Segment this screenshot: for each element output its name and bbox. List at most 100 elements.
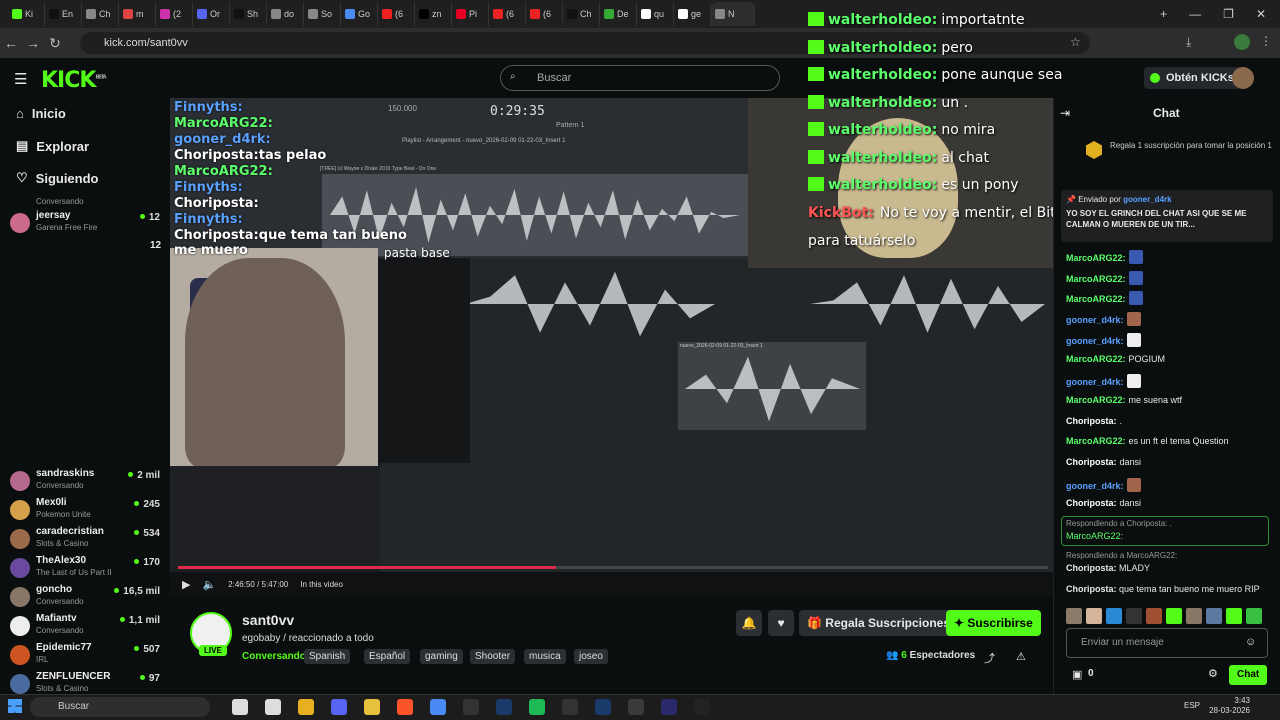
- kick-logo[interactable]: KICKBETA: [41, 68, 107, 93]
- emote-icon[interactable]: [1226, 608, 1242, 624]
- browser-tab[interactable]: ge: [674, 2, 711, 26]
- tag-joseo[interactable]: joseo: [574, 649, 608, 664]
- steam-icon[interactable]: [496, 699, 512, 715]
- steam-icon[interactable]: [595, 699, 611, 715]
- browser-tab[interactable]: (6: [378, 2, 415, 26]
- chat-username[interactable]: MarcoARG22:: [1066, 274, 1126, 284]
- language-indicator[interactable]: ESP: [1184, 701, 1200, 710]
- browser-tab[interactable]: Go: [341, 2, 378, 26]
- emoji-icon[interactable]: ☺: [1245, 636, 1256, 648]
- file-explorer-icon[interactable]: [364, 699, 380, 715]
- collapse-chat-icon[interactable]: ⇥: [1060, 106, 1070, 120]
- maximize-button[interactable]: ❐: [1223, 7, 1234, 21]
- chat-username[interactable]: gooner_d4rk:: [1066, 315, 1124, 325]
- browser-tab[interactable]: N: [711, 2, 755, 26]
- spotify-icon[interactable]: [529, 699, 545, 715]
- report-icon[interactable]: ⚠: [1016, 650, 1026, 663]
- tag-shooter[interactable]: Shooter: [470, 649, 516, 664]
- browser-tab[interactable]: (6: [489, 2, 526, 26]
- browser-tab[interactable]: do: [267, 2, 304, 26]
- gift-subs-button[interactable]: 🎁 Regala Suscripciones: [799, 610, 958, 636]
- profile-avatar-icon[interactable]: [1234, 34, 1250, 50]
- browser-tab[interactable]: Sh: [230, 2, 267, 26]
- sidebar-channel-jeersay[interactable]: jeersay Garena Free Fire 12: [10, 210, 166, 238]
- chat-username[interactable]: MarcoARG22:: [1066, 395, 1126, 405]
- minimize-button[interactable]: —: [1189, 7, 1201, 21]
- nav-explorar[interactable]: ▤ Explorar: [16, 138, 89, 154]
- volume-icon[interactable]: 🔈: [202, 578, 216, 591]
- task-view-icon[interactable]: [265, 699, 281, 715]
- emote-icon[interactable]: [1246, 608, 1262, 624]
- tag-gaming[interactable]: gaming: [420, 649, 463, 664]
- chat-username[interactable]: MarcoARG22:: [1066, 253, 1126, 263]
- brave-icon[interactable]: [397, 699, 413, 715]
- chat-username[interactable]: Choriposta:: [1066, 457, 1117, 467]
- follow-heart-icon[interactable]: ♥: [768, 610, 794, 636]
- pinned-message[interactable]: 📌 Enviado por gooner_d4rk YO SOY EL GRIN…: [1061, 190, 1273, 242]
- taskbar-search[interactable]: Buscar: [30, 697, 210, 717]
- emote-icon[interactable]: [1126, 608, 1142, 624]
- widgets-icon[interactable]: [232, 699, 248, 715]
- settings-gear-icon[interactable]: ⚙: [1208, 667, 1218, 680]
- share-icon[interactable]: ⤴: [984, 650, 995, 666]
- browser-tab[interactable]: So: [304, 2, 341, 26]
- chat-username[interactable]: Choriposta:: [1066, 498, 1117, 508]
- sidebar-channel[interactable]: caradecristian Slots & Casino 534: [10, 526, 166, 554]
- tag-español[interactable]: Español: [364, 649, 411, 664]
- tag-musica[interactable]: musica: [524, 649, 566, 664]
- back-icon[interactable]: ←: [0, 35, 22, 51]
- obs-icon[interactable]: [562, 699, 578, 715]
- gift-box-icon[interactable]: ▣: [1072, 668, 1082, 681]
- browser-tab[interactable]: De: [600, 2, 637, 26]
- close-window-button[interactable]: ✕: [1256, 7, 1266, 21]
- nav-siguiendo[interactable]: ♡ Siguiendo: [16, 170, 99, 186]
- new-tab-button[interactable]: +: [1160, 7, 1167, 21]
- emote-icon[interactable]: [1106, 608, 1122, 624]
- chat-username[interactable]: MarcoARG22:: [1066, 436, 1126, 446]
- chat-input[interactable]: Enviar un mensaje: [1066, 628, 1268, 658]
- send-chat-button[interactable]: Chat: [1229, 665, 1268, 685]
- chat-username[interactable]: MarcoARG22:: [1066, 354, 1126, 364]
- sidebar-channel[interactable]: Mex0li Pokemon Unite 245: [10, 497, 166, 525]
- taskbar-clock[interactable]: 3:43 28-03-2026: [1209, 696, 1250, 716]
- subscribe-button[interactable]: ✦ Suscribirse: [946, 610, 1041, 636]
- channel-name[interactable]: sant0vv: [242, 612, 294, 628]
- download-icon[interactable]: ⤓: [1186, 35, 1191, 50]
- chat-username[interactable]: MarcoARG22:: [1066, 294, 1126, 304]
- chat-username[interactable]: Choriposta:: [1066, 416, 1117, 426]
- browser-tab[interactable]: zn: [415, 2, 452, 26]
- emote-icon[interactable]: [1146, 608, 1162, 624]
- browser-tab[interactable]: Pi: [452, 2, 489, 26]
- nav-inicio[interactable]: ⌂ Inicio: [16, 106, 66, 121]
- notification-bell-icon[interactable]: 🔔: [736, 610, 762, 636]
- sidebar-channel[interactable]: Epidemic77 IRL 507: [10, 642, 166, 670]
- browser-tab[interactable]: En: [45, 2, 82, 26]
- sidebar-channel[interactable]: goncho Conversando 16,5 mil: [10, 584, 166, 612]
- chrome-icon[interactable]: [298, 699, 314, 715]
- reload-icon[interactable]: ↻: [44, 35, 66, 52]
- stream-category[interactable]: Conversando: [242, 651, 306, 662]
- tag-spanish[interactable]: Spanish: [304, 649, 351, 664]
- in-this-video-link[interactable]: In this video: [300, 580, 343, 589]
- browser-tab[interactable]: qu: [637, 2, 674, 26]
- chat-username[interactable]: gooner_d4rk:: [1066, 336, 1124, 346]
- store-icon[interactable]: [430, 699, 446, 715]
- epic-games-icon[interactable]: [694, 699, 710, 715]
- browser-tab[interactable]: (6: [526, 2, 563, 26]
- chat-username[interactable]: gooner_d4rk:: [1066, 377, 1124, 387]
- sidebar-channel[interactable]: TheAlex30 The Last of Us Part II 170: [10, 555, 166, 583]
- browser-tab[interactable]: Ki: [8, 2, 45, 26]
- browser-tab[interactable]: Ch: [563, 2, 600, 26]
- github-icon[interactable]: [463, 699, 479, 715]
- browser-tab[interactable]: Ch: [82, 2, 119, 26]
- hamburger-menu-icon[interactable]: ☰: [14, 70, 27, 88]
- emote-icon[interactable]: [1186, 608, 1202, 624]
- emote-icon[interactable]: [1206, 608, 1222, 624]
- browser-tab[interactable]: Or: [193, 2, 230, 26]
- user-avatar[interactable]: [1232, 67, 1254, 89]
- chat-username[interactable]: gooner_d4rk:: [1066, 481, 1124, 491]
- premiere-icon[interactable]: [661, 699, 677, 715]
- play-icon[interactable]: ▶: [182, 578, 190, 591]
- emote-icon[interactable]: [1166, 608, 1182, 624]
- emote-icon[interactable]: [1066, 608, 1082, 624]
